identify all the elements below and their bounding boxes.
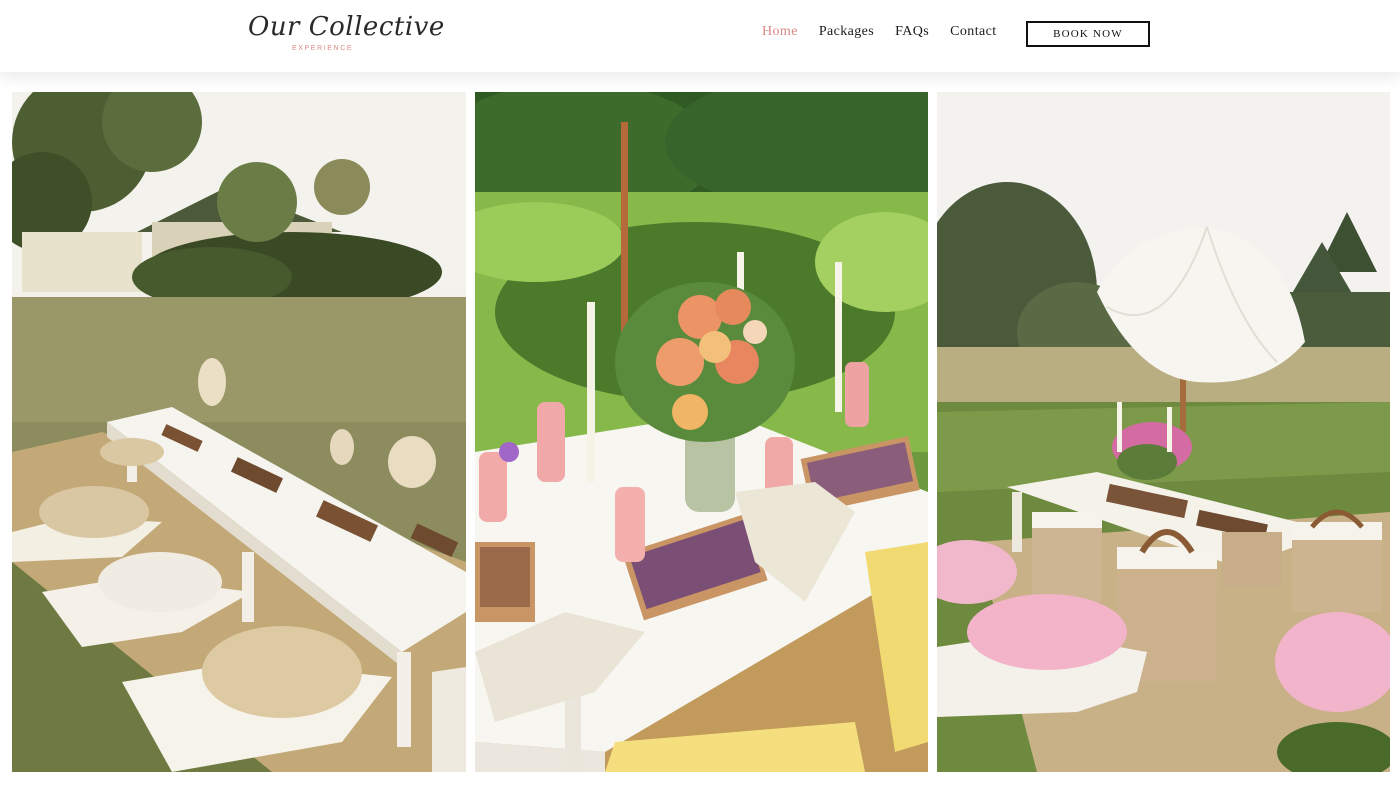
site-header: Our Collective EXPERIENCE Home Packages … [0, 0, 1400, 72]
logo-script-text: Our Collective [248, 12, 445, 42]
nav-item-home[interactable]: Home [762, 24, 798, 40]
gallery-image-long-table-picnic[interactable] [12, 92, 466, 772]
nav-item-contact[interactable]: Contact [950, 24, 996, 40]
gallery-image-umbrella-picnic[interactable] [937, 92, 1390, 772]
main-nav: Home Packages FAQs Contact [762, 24, 1018, 40]
book-now-button[interactable]: BOOK NOW [1026, 21, 1150, 47]
logo[interactable]: Our Collective EXPERIENCE [248, 10, 444, 56]
nav-item-faqs[interactable]: FAQs [895, 24, 929, 40]
gallery-image-centerpiece-closeup[interactable] [475, 92, 928, 772]
nav-item-packages[interactable]: Packages [819, 24, 874, 40]
logo-subtitle: EXPERIENCE [292, 45, 354, 52]
